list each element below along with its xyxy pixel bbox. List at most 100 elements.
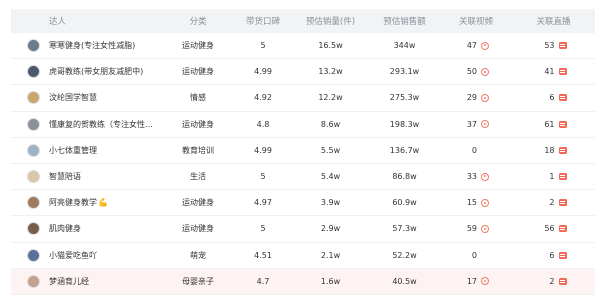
creator-name[interactable]: 懂康复的贺教练（专注女性… [49,119,153,130]
creator-cell[interactable]: 汶纶国学智慧 [11,91,162,105]
videos-count[interactable]: 29 [463,93,477,102]
table-row[interactable]: 小猫爱吃鱼吖 萌宠 4.51 2.1w 52.2w 0 6 [11,243,595,269]
creator-cell[interactable]: 智慧陪语 [11,170,162,184]
lives-count[interactable]: 6 [541,251,554,260]
videos-cell: 15 [440,198,512,207]
creator-cell[interactable]: 虎哥教练(带女朋友减肥中) [11,65,162,79]
avatar[interactable] [27,196,40,210]
creator-cell[interactable]: 小七体重管理 [11,143,162,157]
avatar[interactable] [27,39,40,53]
creator-name[interactable]: 智慧陪语 [49,171,81,182]
sales-qty-cell: 8.6w [320,119,341,129]
avatar[interactable] [27,222,40,236]
creator-cell[interactable]: 肌肉健身 [11,222,162,236]
header-related-videos[interactable]: 关联视频 [440,15,512,27]
creator-name[interactable]: 阿亮健身教学 [49,197,97,208]
creator-name[interactable]: 小猫爱吃鱼吖 [49,250,97,261]
lives-count[interactable]: 6 [541,93,554,102]
creator-name[interactable]: 汶纶国学智慧 [49,92,97,103]
lives-count[interactable]: 53 [541,41,554,50]
reputation-cell: 4.97 [254,198,272,208]
lives-count[interactable]: 18 [541,146,554,155]
videos-count[interactable]: 47 [463,41,477,50]
lives-cell: 61 [512,120,595,129]
lives-count[interactable]: 61 [541,120,554,129]
table-row[interactable]: 智慧陪语 生活 5 5.4w 86.8w 33 1 [11,164,595,191]
avatar[interactable] [27,143,40,157]
lives-count[interactable]: 56 [541,224,554,233]
play-circle-icon[interactable] [481,120,489,129]
header-est-sales-amount[interactable]: 预估销售额 [369,15,440,27]
table-row[interactable]: 汶纶国学智慧 情感 4.92 12.2w 275.3w 29 6 [11,85,595,112]
creator-name[interactable]: 梦涵育儿经 [49,276,89,287]
category-cell: 生活 [190,172,206,182]
play-circle-icon[interactable] [481,277,489,286]
avatar[interactable] [27,274,40,288]
creator-cell[interactable]: 懂康复的贺教练（专注女性… [11,117,162,131]
sales-qty-cell: 2.9w [320,224,341,234]
sales-amount-cell: 52.2w [392,250,417,260]
avatar[interactable] [27,91,40,105]
live-tv-icon[interactable] [558,146,567,154]
live-tv-icon[interactable] [558,68,567,76]
live-tv-icon[interactable] [558,173,567,181]
sales-amount-cell: 86.8w [392,172,417,182]
table-row[interactable]: 梦涵育儿经 母婴亲子 4.7 1.6w 40.5w 17 2 [11,268,595,295]
lives-count[interactable]: 1 [541,172,554,181]
creator-name[interactable]: 肌肉健身 [49,223,81,234]
play-circle-icon[interactable] [481,41,489,50]
table-row[interactable]: 阿亮健身教学 💪 运动健身 4.97 3.9w 60.9w 15 2 [11,190,595,217]
creator-cell[interactable]: 阿亮健身教学 💪 [11,196,162,210]
videos-count[interactable]: 33 [463,172,477,181]
reputation-cell: 5 [260,172,266,182]
play-circle-icon[interactable] [481,172,489,181]
avatar[interactable] [27,117,40,131]
table-header: 达人 分类 带货口碑 预估销量(件) 预估销售额 关联视频 关联直播 [11,9,595,33]
header-est-sales-qty[interactable]: 预估销量(件) [292,15,369,27]
header-reputation[interactable]: 带货口碑 [234,15,292,27]
category-cell: 运动健身 [182,119,214,129]
play-circle-icon[interactable] [481,198,489,207]
avatar[interactable] [27,170,40,184]
creator-name[interactable]: 寒寒健身(专注女性减脂) [49,40,135,51]
creator-cell[interactable]: 小猫爱吃鱼吖 [11,248,162,262]
table-row[interactable]: 懂康复的贺教练（专注女性… 运动健身 4.8 8.6w 198.3w 37 61 [11,112,595,138]
live-tv-icon[interactable] [558,42,567,50]
creator-cell[interactable]: 梦涵育儿经 [11,274,162,288]
play-circle-icon[interactable] [481,67,489,76]
videos-count[interactable]: 50 [463,67,477,76]
table-row[interactable]: 肌肉健身 运动健身 5 2.9w 57.3w 59 56 [11,216,595,243]
table-row[interactable]: 小七体重管理 教育培训 4.99 5.5w 136.7w 0 18 [11,138,595,164]
reputation-cell: 4.7 [256,276,270,286]
lives-count[interactable]: 2 [541,277,554,286]
sales-amount-cell: 344w [393,41,416,51]
table-row[interactable]: 虎哥教练(带女朋友减肥中) 运动健身 4.99 13.2w 293.1w 50 41 [11,59,595,86]
videos-count[interactable]: 0 [463,146,477,155]
live-tv-icon[interactable] [558,277,567,285]
header-category[interactable]: 分类 [162,15,234,27]
sales-qty-cell: 13.2w [318,67,343,77]
videos-count[interactable]: 59 [463,224,477,233]
live-tv-icon[interactable] [558,120,567,128]
videos-count[interactable]: 17 [463,277,477,286]
live-tv-icon[interactable] [558,225,567,233]
videos-count[interactable]: 15 [463,198,477,207]
header-related-lives[interactable]: 关联直播 [512,15,595,27]
creator-name[interactable]: 虎哥教练(带女朋友减肥中) [49,66,143,77]
lives-count[interactable]: 2 [541,198,554,207]
lives-count[interactable]: 41 [541,67,554,76]
header-creator[interactable]: 达人 [11,15,162,27]
videos-count[interactable]: 37 [463,120,477,129]
lives-cell: 2 [512,277,595,286]
live-tv-icon[interactable] [558,94,567,102]
live-tv-icon[interactable] [558,199,567,207]
creator-cell[interactable]: 寒寒健身(专注女性减脂) [11,39,162,53]
play-circle-icon[interactable] [481,224,489,233]
play-circle-icon[interactable] [481,93,489,102]
avatar[interactable] [27,65,40,79]
creator-name[interactable]: 小七体重管理 [49,145,97,156]
videos-count[interactable]: 0 [463,251,477,260]
table-row[interactable]: 寒寒健身(专注女性减脂) 运动健身 5 16.5w 344w 47 53 [11,33,595,60]
live-tv-icon[interactable] [558,251,567,259]
avatar[interactable] [27,248,40,262]
